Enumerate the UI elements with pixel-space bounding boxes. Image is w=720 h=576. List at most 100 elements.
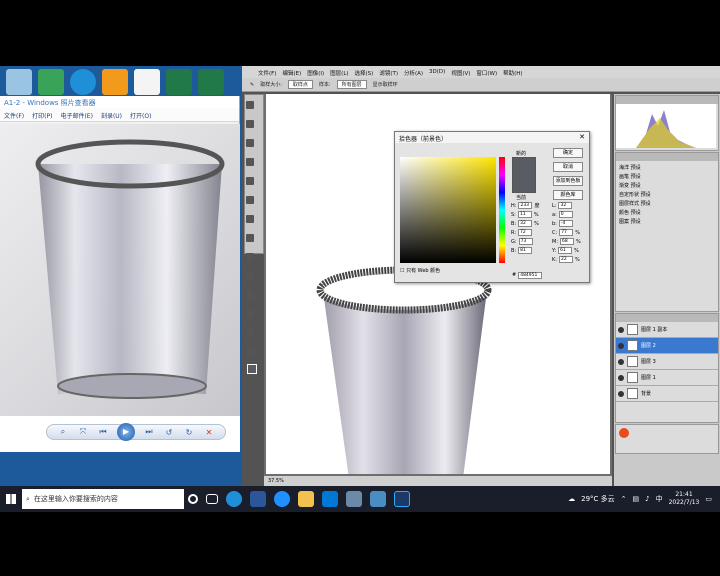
notification-icon[interactable]: ▭ [705,495,712,503]
eyedropper-tool-icon[interactable] [246,196,254,204]
type-tool-icon[interactable] [246,310,254,318]
ps-menu-edit[interactable]: 编辑(E) [282,69,301,77]
field-l-input[interactable]: 32 [558,202,573,209]
recycle-bin-icon[interactable] [6,69,32,95]
color-libraries-button[interactable]: 颜色库 [553,190,583,200]
weather-icon[interactable]: ☁ [568,495,575,503]
app-shortcut-icon[interactable] [38,69,64,95]
word-icon[interactable] [250,491,266,507]
crop-tool-icon[interactable] [246,177,254,185]
start-button[interactable] [0,486,22,512]
ps-menu-file[interactable]: 文件(F) [258,69,276,77]
weather-text[interactable]: 29°C 多云 [581,494,615,504]
mail-icon[interactable] [322,491,338,507]
rotate-left-icon[interactable]: ↺ [163,428,175,437]
field-y-input[interactable]: 61 [558,247,573,254]
ps-menu-layer[interactable]: 图层(L) [330,69,348,77]
visibility-eye-icon[interactable] [618,326,624,333]
hue-slider[interactable] [499,157,505,263]
field-c-input[interactable]: 77 [559,229,574,236]
ps-menu-select[interactable]: 选择(S) [355,69,374,77]
security-app-icon[interactable] [102,69,128,95]
layer-row[interactable]: 图层 1 [616,370,718,386]
field-h-input[interactable]: 233 [518,202,533,209]
ime-icon[interactable]: 中 [656,494,663,504]
color-field[interactable] [400,157,496,263]
visibility-eye-icon[interactable] [618,358,624,365]
ps-menu-view[interactable]: 视图(V) [451,69,470,77]
layer-row[interactable]: 图层 3 [616,354,718,370]
marquee-tool-icon[interactable] [246,120,254,128]
field-k-input[interactable]: 22 [558,256,573,263]
visibility-eye-icon[interactable] [618,374,624,381]
hand-tool-icon[interactable] [246,329,254,337]
sample-select[interactable]: 所有图层 [336,80,367,89]
ps-menu-window[interactable]: 窗口(W) [476,69,497,77]
field-m-input[interactable]: 68 [560,238,574,245]
sample-size-select[interactable]: 取样点 [287,80,313,89]
file-explorer-icon[interactable] [298,491,314,507]
rotate-right-icon[interactable]: ↻ [183,428,195,437]
field-s-input[interactable]: 11 [517,211,532,218]
photos-icon[interactable] [346,491,362,507]
preset-item[interactable]: 渐变 预设 [619,182,715,191]
foreground-color-swatch[interactable] [247,364,257,374]
image-app-icon[interactable] [370,491,386,507]
preset-item[interactable]: 图案 预设 [619,218,715,227]
app-icon[interactable] [274,491,290,507]
excel-file-2-icon[interactable] [198,69,224,95]
layer-row[interactable]: 背景 [616,386,718,402]
eyedropper-icon[interactable]: ✎ [250,82,254,88]
ps-menu-help[interactable]: 帮助(H) [503,69,522,77]
zoom-icon[interactable]: ⌕ [57,427,69,437]
preset-item[interactable]: 画笔 预设 [619,173,715,182]
fit-icon[interactable]: ⤧ [77,427,89,437]
visibility-eye-icon[interactable] [618,342,624,349]
preset-item[interactable]: 图层样式 预设 [619,200,715,209]
brush-tool-icon[interactable] [246,215,254,223]
stamp-tool-icon[interactable] [246,234,254,242]
ps-menu-filter[interactable]: 滤镜(T) [379,69,398,77]
ps-menu-3d[interactable]: 3D(D) [429,69,445,75]
excel-file-icon[interactable] [166,69,192,95]
viewer-menu-email[interactable]: 电子邮件(E) [60,111,92,120]
field-blue-input[interactable]: 81 [518,247,533,254]
preset-item[interactable]: 海洋 预设 [619,164,715,173]
gradient-tool-icon[interactable] [246,272,254,280]
document-file-icon[interactable] [134,69,160,95]
add-to-swatches-button[interactable]: 添加到色板 [553,176,583,186]
cancel-button[interactable]: 取消 [553,162,583,172]
layer-row-selected[interactable]: 图层 2 [616,338,718,354]
viewer-menu-burn[interactable]: 刻录(U) [101,111,122,120]
pen-tool-icon[interactable] [246,291,254,299]
sogou-icon[interactable] [619,428,629,438]
ps-menu-image[interactable]: 图像(I) [307,69,324,77]
viewer-menu-file[interactable]: 文件(F) [4,111,24,120]
web-only-checkbox[interactable]: ☐ 只有 Web 颜色 [400,267,440,274]
network-icon[interactable]: ▤ [633,495,640,503]
previous-icon[interactable]: ⏮ [97,427,109,437]
lasso-tool-icon[interactable] [246,139,254,147]
delete-icon[interactable]: ✕ [203,428,215,437]
eraser-tool-icon[interactable] [246,253,254,261]
field-lab-b-input[interactable]: -4 [558,220,573,227]
layer-row[interactable]: 图层 1 副本 [616,322,718,338]
field-g-input[interactable]: 73 [518,238,533,245]
ps-menu-analysis[interactable]: 分析(A) [404,69,423,77]
volume-icon[interactable]: ♪ [645,495,649,503]
visibility-eye-icon[interactable] [618,390,624,397]
hex-input[interactable]: 484951 [518,272,543,279]
field-a-input[interactable]: 0 [558,211,573,218]
edge-icon[interactable] [70,69,96,95]
next-icon[interactable]: ⏭ [143,427,155,437]
move-tool-icon[interactable] [246,101,254,109]
field-r-input[interactable]: 72 [518,229,533,236]
zoom-tool-icon[interactable] [246,348,254,356]
task-view-icon[interactable] [206,494,218,504]
ok-button[interactable]: 确定 [553,148,583,158]
field-b-input[interactable]: 32 [518,220,533,227]
close-icon[interactable]: ✕ [579,133,585,141]
preset-item[interactable]: 颜色 预设 [619,209,715,218]
clock[interactable]: 21:41 2022/7/13 [669,491,700,507]
edge-browser-icon[interactable] [226,491,242,507]
